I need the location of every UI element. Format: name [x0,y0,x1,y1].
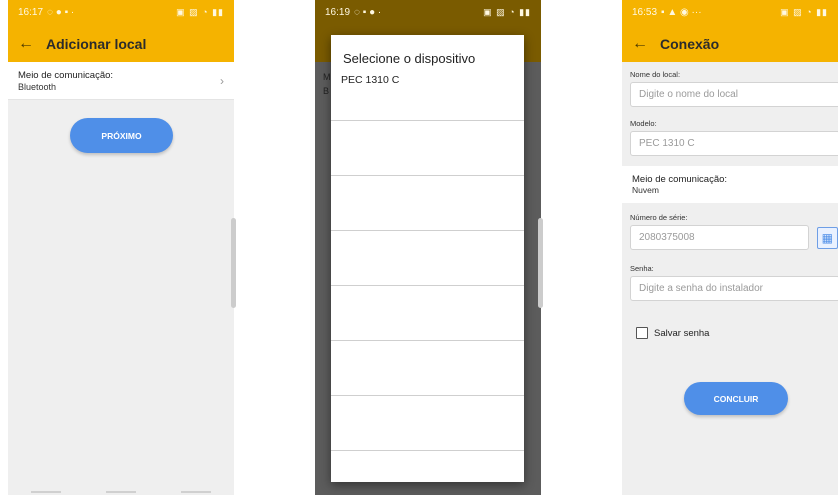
status-icons-left: ▪ ▲ ◉ ··· [661,7,702,18]
back-arrow-icon[interactable]: ← [18,35,46,53]
app-bar: ← Conexão [622,25,838,62]
password-label: Senha: [630,264,654,273]
communication-value: Bluetooth [18,81,57,92]
status-bar: 16:19 ◌ ▪ ● · ▣ ▨ ◔ ▮▮ [315,0,541,25]
screen-add-location: 16:17 ◌ ● ▪ · ▣ ▨ ◔ ▮▮ ← Adicionar local … [8,0,234,495]
status-icons-left: ◌ ▪ ● · [354,7,382,18]
app-bar: ← Adicionar local [8,25,234,62]
status-icons-left: ◌ ● ▪ · [47,7,75,18]
conclude-button[interactable]: CONCLUIR [684,382,788,415]
save-password-label: Salvar senha [654,327,710,339]
list-item[interactable] [331,396,524,451]
status-time: 16:53 [632,7,658,18]
list-item[interactable] [331,341,524,396]
status-bar: 16:53 ▪ ▲ ◉ ··· ▣ ▨ ◔ ▮▮ [622,0,838,25]
dialog-title: Selecione o dispositivo [343,51,476,66]
name-label: Nome do local: [630,70,681,79]
list-item[interactable] [331,231,524,286]
status-bar: 16:17 ◌ ● ▪ · ▣ ▨ ◔ ▮▮ [8,0,234,25]
save-password-row[interactable]: Salvar senha [630,327,838,339]
page-title: Adicionar local [46,35,147,52]
connection-form: Nome do local: Digite o nome do local Mo… [622,70,838,339]
communication-method-block: Meio de comunicação: Nuvem [622,166,838,203]
device-list: PEC 1310 C [331,74,524,451]
scroll-handle[interactable] [538,218,543,308]
screen-connection: 16:53 ▪ ▲ ◉ ··· ▣ ▨ ◔ ▮▮ ← Conexão Nome d… [622,0,838,495]
next-button[interactable]: PRÓXIMO [70,118,173,153]
model-label: Modelo: [630,119,657,128]
list-item[interactable] [331,286,524,341]
communication-label: Meio de comunicação: [18,69,114,81]
list-item[interactable] [331,176,524,231]
chevron-right-icon: › [220,73,224,88]
bottom-gesture-bar [8,491,234,495]
save-password-checkbox[interactable] [636,327,648,339]
communication-value: Nuvem [632,185,659,195]
list-item[interactable] [331,121,524,176]
communication-method-row[interactable]: Meio de comunicação: Bluetooth › [8,62,234,100]
model-field[interactable]: PEC 1310 C [630,131,838,156]
screen-select-device: 16:19 ◌ ▪ ● · ▣ ▨ ◔ ▮▮ MB Selecione o dis… [315,0,541,495]
back-arrow-icon[interactable]: ← [632,35,660,53]
serial-input[interactable]: 2080375008 [630,225,809,250]
name-input[interactable]: Digite o nome do local [630,82,838,107]
status-icons-right: ▣ ▨ ◔ ▮▮ [780,7,828,17]
page-title: Conexão [660,35,720,52]
password-input[interactable]: Digite a senha do instalador [630,276,838,301]
status-icons-right: ▣ ▨ ◔ ▮▮ [483,7,531,17]
background-peek-text: MB [323,72,331,96]
scroll-handle[interactable] [231,218,236,308]
qr-code-icon[interactable]: ▦ [816,226,838,249]
serial-row: 2080375008 ▦ [630,225,838,250]
serial-label: Número de série: [630,213,688,222]
communication-label: Meio de comunicação: [632,174,728,185]
list-item[interactable]: PEC 1310 C [331,74,524,121]
select-device-dialog: Selecione o dispositivo PEC 1310 C [331,35,524,482]
status-icons-right: ▣ ▨ ◔ ▮▮ [176,7,224,17]
status-time: 16:19 [325,7,351,18]
status-time: 16:17 [18,7,44,18]
